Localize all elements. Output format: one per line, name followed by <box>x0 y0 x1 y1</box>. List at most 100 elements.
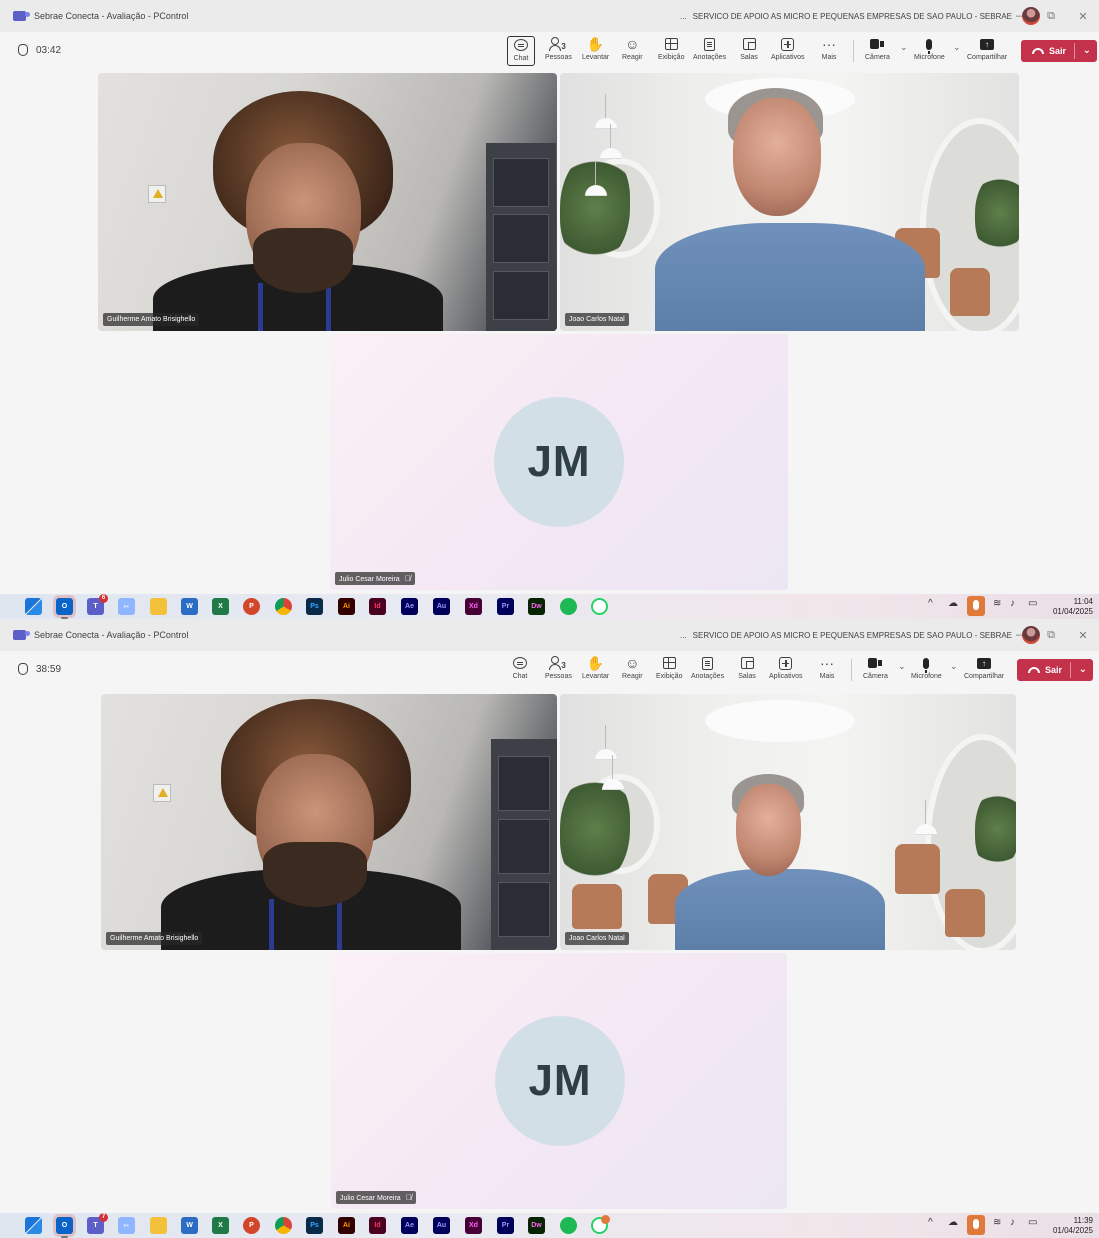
teams-icon[interactable]: T6 <box>87 594 108 615</box>
share-button[interactable]: ↑ Compartilhar <box>964 655 1004 685</box>
windows-start-icon[interactable] <box>25 1217 42 1234</box>
chevron-up-icon[interactable]: ^ <box>928 598 933 609</box>
view-button[interactable]: Exibição <box>656 655 682 685</box>
system-clock[interactable]: 11:04 01/04/2025 <box>1053 597 1093 617</box>
camera-chevron-down-icon[interactable]: ⌄ <box>898 661 906 672</box>
whatsapp-icon[interactable] <box>591 1215 610 1234</box>
more-options-button[interactable]: ... <box>680 12 687 21</box>
chat-button[interactable]: Chat <box>507 36 535 66</box>
network-icon[interactable]: ☁ <box>948 598 958 609</box>
illustrator-icon[interactable]: Ai <box>338 598 355 615</box>
notes-button[interactable]: Anotações <box>693 36 726 66</box>
video-tile-julio[interactable]: JM Julio Cesar Moreira 🎙̸ <box>331 953 787 1209</box>
outlook-icon[interactable]: O <box>56 1217 73 1238</box>
system-clock[interactable]: 11:39 01/04/2025 <box>1053 1216 1093 1236</box>
after-effects-icon[interactable]: Ae <box>401 598 418 615</box>
battery-icon[interactable]: ▭ <box>1028 1217 1037 1228</box>
mic-in-use-icon[interactable] <box>967 596 985 616</box>
mic-chevron-down-icon[interactable]: ⌄ <box>950 661 958 672</box>
whatsapp-icon[interactable] <box>591 598 608 615</box>
more-button[interactable]: ··· Mais <box>820 36 838 66</box>
camera-button[interactable]: Câmera <box>863 655 888 685</box>
volume-icon[interactable]: ♪ <box>1010 598 1015 609</box>
windows-start-icon[interactable] <box>25 598 42 615</box>
file-explorer-icon[interactable] <box>150 598 167 615</box>
snipping-tool-icon[interactable]: ✂ <box>118 1217 135 1234</box>
microphone-button[interactable]: Microfone <box>914 36 945 66</box>
microphone-button[interactable]: Microfone <box>911 655 942 685</box>
audition-icon[interactable]: Au <box>433 1217 450 1234</box>
excel-icon[interactable]: X <box>212 1217 229 1234</box>
rooms-button[interactable]: Salas <box>740 36 758 66</box>
video-tile-guilherme[interactable]: Guilherme Amato Brisighello <box>101 694 557 950</box>
video-tile-guilherme[interactable]: Guilherme Amato Brisighello <box>98 73 557 331</box>
chevron-up-icon[interactable]: ^ <box>928 1217 933 1228</box>
camera-chevron-down-icon[interactable]: ⌄ <box>900 42 908 53</box>
react-button[interactable]: ☺ Reagir <box>622 36 643 66</box>
file-explorer-icon[interactable] <box>150 1217 167 1234</box>
wifi-icon[interactable]: ≋ <box>993 598 1001 609</box>
mic-in-use-icon[interactable] <box>967 1215 985 1235</box>
people-button[interactable]: 3 Pessoas <box>545 655 572 685</box>
excel-icon[interactable]: X <box>212 598 229 615</box>
chevron-down-icon[interactable]: ⌄ <box>1079 664 1087 675</box>
apps-button[interactable]: Aplicativos <box>769 655 802 685</box>
raise-hand-button[interactable]: ✋ Levantar <box>582 655 609 685</box>
spotify-icon[interactable] <box>560 598 577 615</box>
close-icon[interactable]: ✕ <box>1067 629 1099 642</box>
more-options-button[interactable]: ... <box>680 631 687 640</box>
minimize-icon[interactable]: – <box>1003 10 1035 22</box>
minimize-icon[interactable]: – <box>1003 629 1035 641</box>
battery-icon[interactable]: ▭ <box>1028 598 1037 609</box>
close-icon[interactable]: ✕ <box>1067 10 1099 23</box>
indesign-icon[interactable]: Id <box>369 1217 386 1234</box>
camera-button[interactable]: Câmera <box>865 36 890 66</box>
leave-button[interactable]: Sair ⌄ <box>1017 659 1093 681</box>
view-button[interactable]: Exibição <box>658 36 684 66</box>
org-account[interactable]: ... SERVICO DE APOIO AS MICRO E PEQUENAS… <box>680 619 1041 651</box>
illustrator-icon[interactable]: Ai <box>338 1217 355 1234</box>
premiere-icon[interactable]: Pr <box>497 598 514 615</box>
word-icon[interactable]: W <box>181 598 198 615</box>
audition-icon[interactable]: Au <box>433 598 450 615</box>
network-icon[interactable]: ☁ <box>948 1217 958 1228</box>
outlook-icon[interactable]: O <box>56 598 73 619</box>
chrome-icon[interactable] <box>275 598 292 615</box>
mic-chevron-down-icon[interactable]: ⌄ <box>953 42 961 53</box>
restore-icon[interactable]: ⧉ <box>1035 629 1067 642</box>
notes-button[interactable]: Anotações <box>691 655 724 685</box>
indesign-icon[interactable]: Id <box>369 598 386 615</box>
xd-icon[interactable]: Xd <box>465 1217 482 1234</box>
apps-button[interactable]: Aplicativos <box>771 36 804 66</box>
raise-hand-button[interactable]: ✋ Levantar <box>582 36 609 66</box>
people-button[interactable]: 3 Pessoas <box>545 36 572 66</box>
share-button[interactable]: ↑ Compartilhar <box>967 36 1007 66</box>
after-effects-icon[interactable]: Ae <box>401 1217 418 1234</box>
restore-icon[interactable]: ⧉ <box>1035 10 1067 23</box>
more-button[interactable]: ··· Mais <box>818 655 836 685</box>
org-account[interactable]: ... SERVICO DE APOIO AS MICRO E PEQUENAS… <box>680 0 1041 32</box>
snipping-tool-icon[interactable]: ✂ <box>118 598 135 615</box>
video-tile-joao[interactable]: Joao Carlos Natal <box>560 694 1016 950</box>
word-icon[interactable]: W <box>181 1217 198 1234</box>
chevron-down-icon[interactable]: ⌄ <box>1083 45 1091 56</box>
wifi-icon[interactable]: ≋ <box>993 1217 1001 1228</box>
video-tile-julio[interactable]: JM Julio Cesar Moreira 🎙̸ <box>330 334 788 590</box>
powerpoint-icon[interactable]: P <box>243 1217 260 1234</box>
powerpoint-icon[interactable]: P <box>243 598 260 615</box>
chrome-icon[interactable] <box>275 1217 292 1234</box>
teams-icon[interactable]: T7 <box>87 1213 108 1234</box>
dreamweaver-icon[interactable]: Dw <box>528 1217 545 1234</box>
react-button[interactable]: ☺ Reagir <box>622 655 643 685</box>
volume-icon[interactable]: ♪ <box>1010 1217 1015 1228</box>
dreamweaver-icon[interactable]: Dw <box>528 598 545 615</box>
leave-button[interactable]: Sair ⌄ <box>1021 40 1097 62</box>
photoshop-icon[interactable]: Ps <box>306 1217 323 1234</box>
xd-icon[interactable]: Xd <box>465 598 482 615</box>
spotify-icon[interactable] <box>560 1217 577 1234</box>
photoshop-icon[interactable]: Ps <box>306 598 323 615</box>
premiere-icon[interactable]: Pr <box>497 1217 514 1234</box>
rooms-button[interactable]: Salas <box>738 655 756 685</box>
video-tile-joao[interactable]: Joao Carlos Natal <box>560 73 1019 331</box>
chat-button[interactable]: Chat <box>511 655 529 685</box>
